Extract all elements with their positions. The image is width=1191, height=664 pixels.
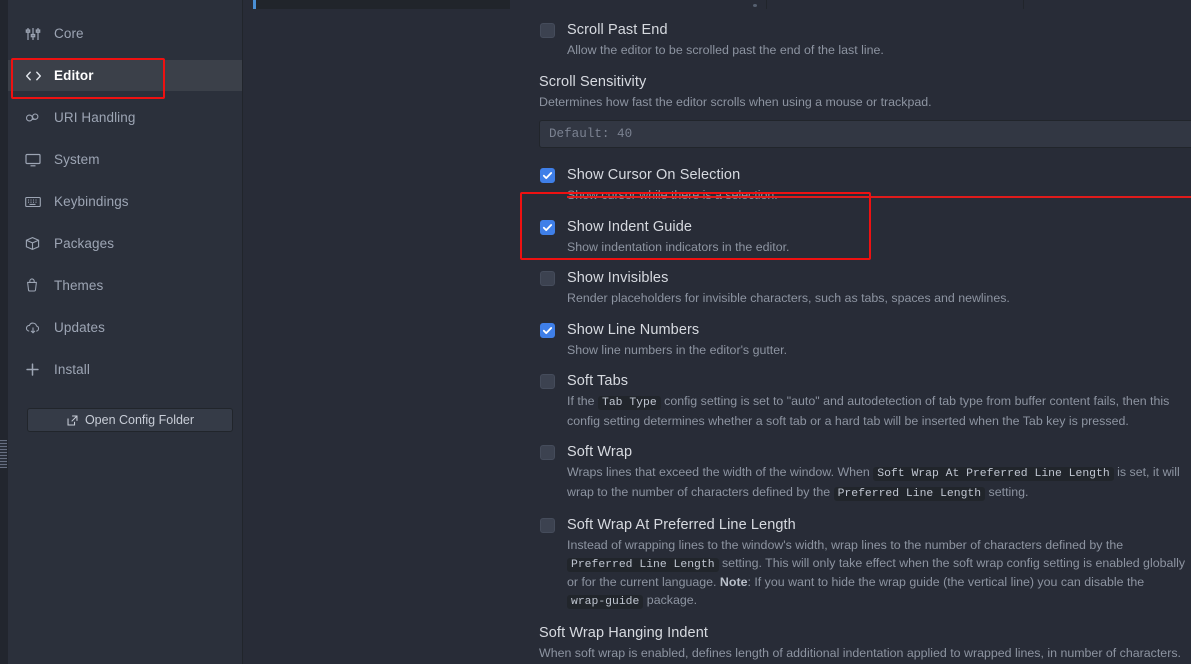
setting-row: Scroll Past End Allow the editor to be sc…	[243, 21, 1191, 60]
code-brackets-icon	[25, 68, 45, 84]
sidebar-item-packages[interactable]: Packages	[8, 228, 242, 259]
setting-description: Wraps lines that exceed the width of the…	[567, 464, 1191, 503]
setting-row: Show Invisibles Render placeholders for i…	[243, 269, 1191, 308]
settings-main-pane: Scroll Past End Allow the editor to be sc…	[243, 0, 1191, 664]
setting-title[interactable]: Show Invisibles	[567, 269, 1191, 288]
tab-item[interactable]	[510, 0, 767, 9]
setting-row: Soft Wrap Wraps lines that exceed the wid…	[243, 443, 1191, 503]
package-icon	[25, 236, 45, 252]
checkbox-show-cursor-on-selection[interactable]	[540, 168, 555, 183]
setting-row: Soft Wrap At Preferred Line Length Instea…	[243, 516, 1191, 611]
sliders-icon	[25, 26, 45, 42]
settings-window: Core Editor URI Handling System Keybindings P…	[0, 0, 1191, 664]
checkbox-show-invisibles[interactable]	[540, 271, 555, 286]
sidebar-item-install[interactable]: Install	[8, 354, 242, 385]
config-button-wrap: Open Config Folder	[8, 396, 242, 432]
setting-description: Determines how fast the editor scrolls w…	[539, 94, 932, 109]
keyboard-icon	[25, 194, 45, 210]
settings-sidebar: Core Editor URI Handling System Keybindings P…	[8, 0, 243, 664]
description-text: setting.	[985, 484, 1029, 499]
setting-title[interactable]: Scroll Past End	[567, 21, 1191, 40]
tab-modified-dot	[753, 4, 757, 7]
setting-description: Allow the editor to be scrolled past the…	[567, 43, 884, 57]
sidebar-item-updates[interactable]: Updates	[8, 312, 242, 343]
setting-description: When soft wrap is enabled, defines lengt…	[539, 646, 1181, 660]
editor-settings-list: Scroll Past End Allow the editor to be sc…	[243, 9, 1191, 664]
checkbox-soft-tabs[interactable]	[540, 374, 555, 389]
setting-title: Scroll Sensitivity	[539, 73, 647, 90]
setting-description: Render placeholders for invisible charac…	[567, 291, 1010, 305]
tab-bar-rest	[1024, 0, 1191, 9]
setting-row: Scroll Sensitivity Determines how fast th…	[243, 73, 1191, 148]
inline-code: wrap-guide	[567, 594, 644, 609]
sidebar-item-label: Packages	[54, 235, 115, 251]
setting-row: Show Cursor On Selection Show cursor whil…	[243, 166, 1191, 205]
emphasis: Note	[719, 575, 748, 589]
monitor-icon	[25, 152, 45, 168]
tab-bar-spacer	[243, 0, 253, 9]
sidebar-item-themes[interactable]: Themes	[8, 270, 242, 301]
checkbox-soft-wrap-at-preferred-line-length[interactable]	[540, 518, 555, 533]
inline-code: Preferred Line Length	[567, 557, 719, 572]
setting-description: If the Tab Type config setting is set to…	[567, 393, 1191, 430]
description-text: Instead of wrapping lines to the window'…	[567, 538, 1124, 552]
external-link-icon	[66, 414, 79, 427]
setting-title[interactable]: Soft Tabs	[567, 372, 1191, 391]
inline-code: Preferred Line Length	[833, 486, 986, 501]
setting-title[interactable]: Show Indent Guide	[567, 218, 1191, 237]
sidebar-item-system[interactable]: System	[8, 144, 242, 175]
setting-description: Show cursor while there is a selection.	[567, 187, 1191, 205]
left-edge-gutter	[0, 0, 8, 664]
sidebar-item-label: Editor	[54, 67, 94, 83]
setting-title[interactable]: Show Cursor On Selection	[567, 166, 1191, 185]
setting-title[interactable]: Soft Wrap	[567, 443, 1191, 462]
description-text: Wraps lines that exceed the width of the…	[567, 465, 874, 479]
sidebar-item-label: Keybindings	[54, 193, 129, 209]
checkbox-soft-wrap[interactable]	[540, 445, 555, 460]
description-text: package.	[643, 592, 698, 607]
sidebar-nav-list: Core Editor URI Handling System Keybindings P…	[8, 18, 242, 385]
sidebar-item-uri-handling[interactable]: URI Handling	[8, 102, 242, 133]
description-text: : If you want to hide the wrap guide (th…	[747, 575, 1145, 589]
cloud-download-icon	[25, 320, 45, 336]
inline-code: Soft Wrap At Preferred Line Length	[873, 467, 1114, 481]
setting-title[interactable]: Soft Wrap At Preferred Line Length	[567, 516, 1191, 535]
link-icon	[25, 110, 45, 126]
setting-description: Instead of wrapping lines to the window'…	[567, 537, 1191, 611]
resize-handle[interactable]	[0, 440, 7, 468]
tab-bar-blank	[256, 0, 510, 9]
setting-description: Show indentation indicators in the edito…	[567, 239, 790, 254]
open-config-folder-label: Open Config Folder	[84, 413, 195, 427]
plus-icon	[25, 362, 45, 378]
sidebar-item-core[interactable]: Core	[8, 18, 242, 49]
tab-item[interactable]	[767, 0, 1024, 9]
inline-code: Tab Type	[598, 396, 661, 410]
checkbox-scroll-past-end[interactable]	[540, 23, 555, 38]
setting-row: Soft Wrap Hanging Indent When soft wrap i…	[243, 624, 1191, 664]
sidebar-item-label: URI Handling	[54, 109, 136, 125]
setting-row: Soft Tabs If the Tab Type config setting …	[243, 372, 1191, 430]
setting-description: Show line numbers in the editor's gutter…	[567, 342, 788, 357]
sidebar-item-label: System	[54, 151, 100, 167]
setting-title[interactable]: Show Line Numbers	[567, 321, 1191, 340]
input-scroll-sensitivity[interactable]	[539, 120, 1191, 148]
sidebar-item-label: Install	[54, 361, 90, 377]
sidebar-item-keybindings[interactable]: Keybindings	[8, 186, 242, 217]
setting-row: Show Line Numbers Show line numbers in th…	[243, 321, 1191, 360]
tab-bar	[243, 0, 1191, 9]
description-text: If the	[567, 394, 598, 408]
open-config-folder-button[interactable]: Open Config Folder	[27, 408, 233, 432]
sidebar-item-label: Themes	[54, 277, 104, 293]
sidebar-item-label: Updates	[54, 319, 105, 335]
setting-title: Soft Wrap Hanging Indent	[539, 625, 708, 641]
setting-row: Show Indent Guide Show indentation indica…	[243, 218, 1191, 257]
sidebar-item-label: Core	[54, 25, 84, 41]
checkbox-show-line-numbers[interactable]	[540, 322, 555, 338]
paintbucket-icon	[25, 278, 45, 294]
checkbox-show-indent-guide[interactable]	[540, 219, 555, 235]
sidebar-item-editor[interactable]: Editor	[8, 60, 242, 91]
